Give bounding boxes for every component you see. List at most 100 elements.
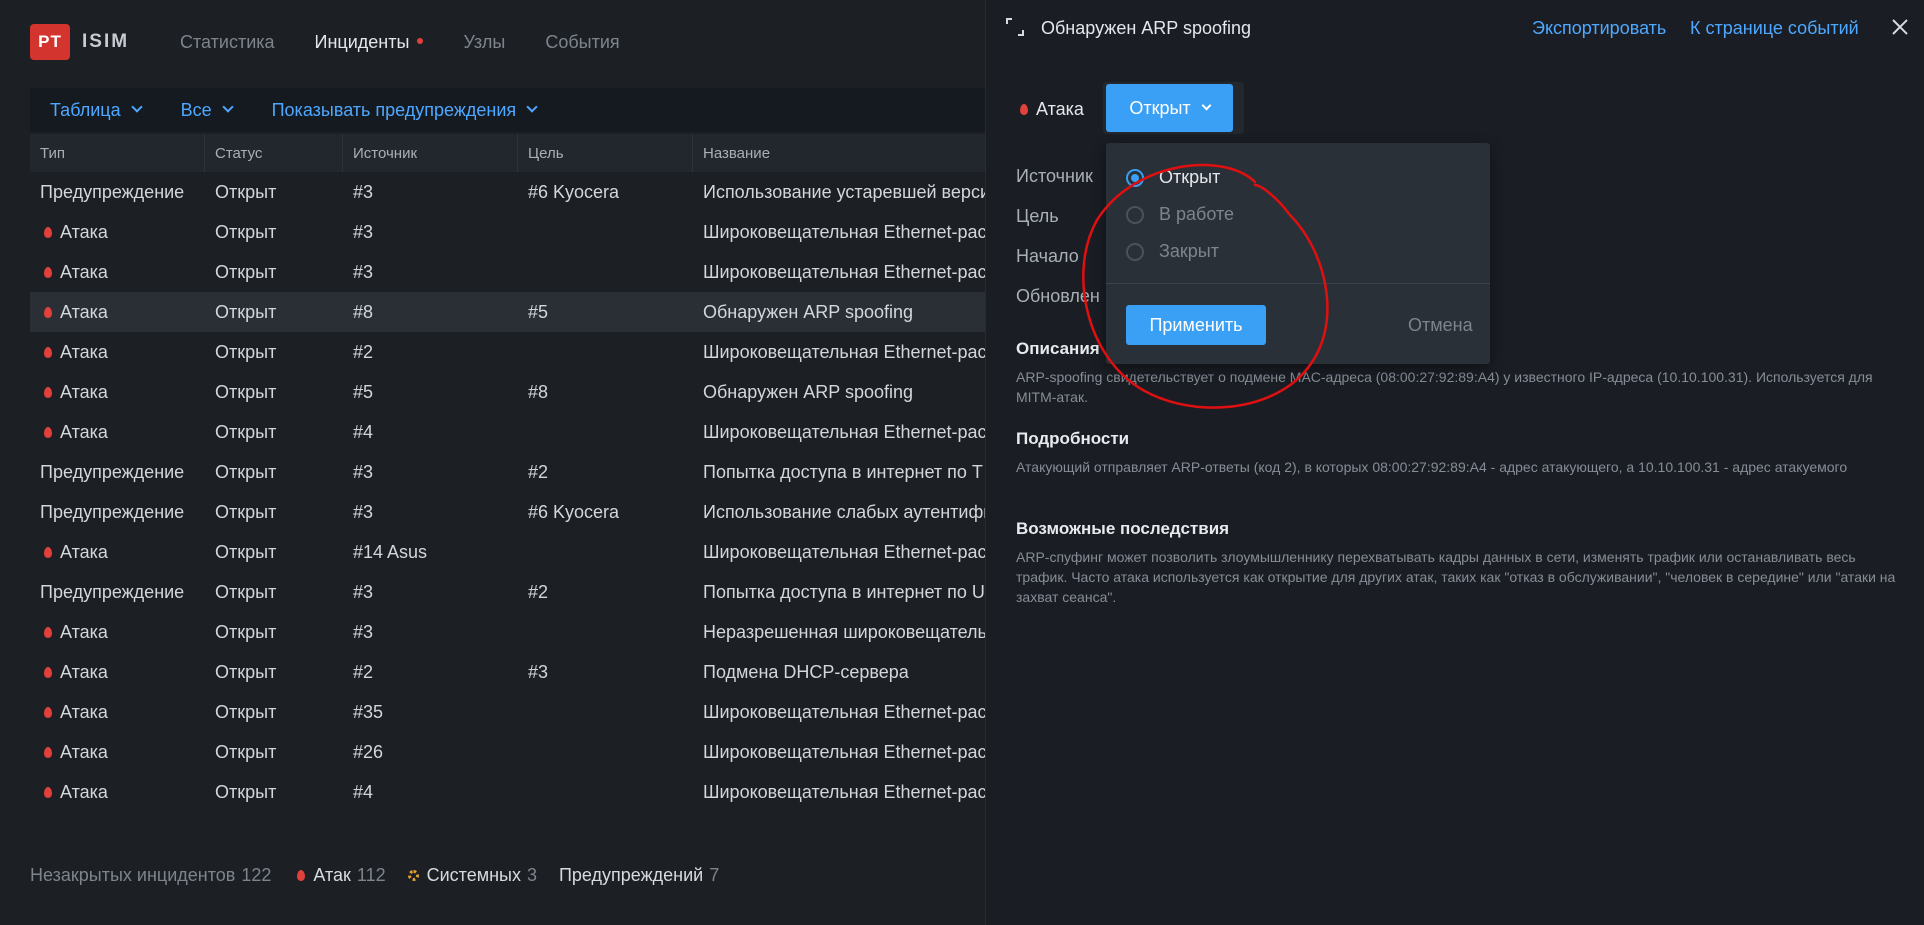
cell-type-text: Атака — [60, 541, 108, 562]
cell-type-text: Атака — [60, 221, 108, 242]
cell-source-text: #5 — [353, 381, 374, 402]
flame-icon — [44, 626, 52, 638]
cell-source: #5 — [343, 382, 518, 403]
cell-target-text: #2 — [528, 461, 549, 482]
column-header-target[interactable]: Цель — [518, 134, 693, 172]
cell-name: Широковещательная Ethernet-рас — [693, 702, 985, 723]
flame-icon — [44, 386, 52, 398]
panel-title: Обнаружен ARP spoofing — [1041, 18, 1252, 38]
scope-filter-dropdown[interactable]: Все — [181, 100, 234, 121]
cell-status: Открыт — [205, 182, 343, 203]
cell-type-text: Атака — [60, 301, 108, 322]
top-bar: PT ISIM Статистика Инциденты Узлы Событи… — [0, 0, 985, 84]
table-body: Предупреждение Открыт #3 #6 Kyocera Использо… — [30, 172, 985, 812]
main-nav: Статистика Инциденты Узлы События — [180, 32, 660, 53]
cell-source: #4 — [343, 422, 518, 443]
warnings-label[interactable]: Предупреждений — [559, 865, 703, 886]
table-row[interactable]: Атака Открыт #3 Широковещательная Ethernet-… — [30, 252, 985, 292]
table-row[interactable]: Атака Открыт #8 #5 Обнаружен ARP spoofing — [30, 292, 985, 332]
logo-text: ISIM — [82, 31, 130, 52]
cell-status: Открыт — [205, 502, 343, 523]
cell-source: #2 — [343, 342, 518, 363]
flame-icon — [297, 870, 306, 881]
table-row[interactable]: Предупреждение Открыт #3 #2 Попытка доступа … — [30, 572, 985, 612]
cell-name: Широковещательная Ethernet-рас — [693, 782, 985, 803]
column-header-status[interactable]: Статус — [205, 134, 343, 172]
expand-icon[interactable] — [1006, 18, 1024, 36]
cell-type-text: Атака — [60, 341, 108, 362]
cell-source-text: #3 — [353, 181, 374, 202]
cell-status-text: Открыт — [215, 661, 277, 682]
status-option-open[interactable]: Открыт — [1126, 167, 1220, 188]
cell-target-text: #5 — [528, 301, 549, 322]
cell-status-text: Открыт — [215, 701, 277, 722]
cell-status: Открыт — [205, 702, 343, 723]
status-option-closed[interactable]: Закрыт — [1126, 241, 1219, 262]
cell-source-text: #3 — [353, 501, 374, 522]
consequences-text: ARP-спуфинг может позволить злоумышленни… — [1016, 549, 1896, 605]
column-header-type[interactable]: Тип — [30, 134, 205, 172]
table-row[interactable]: Предупреждение Открыт #3 #6 Kyocera Использо… — [30, 172, 985, 212]
cell-target: #2 — [518, 582, 693, 603]
table-row[interactable]: Атака Открыт #35 Широковещательная Ethernet… — [30, 692, 985, 732]
cell-source-text: #2 — [353, 661, 374, 682]
table-row[interactable]: Атака Открыт #5 #8 Обнаружен ARP spoofing — [30, 372, 985, 412]
table-row[interactable]: Атака Открыт #2 Широковещательная Ethernet-… — [30, 332, 985, 372]
table-row[interactable]: Атака Открыт #4 Широковещательная Ethernet-… — [30, 772, 985, 812]
view-filter-dropdown[interactable]: Таблица — [50, 100, 143, 121]
cell-source-text: #3 — [353, 461, 374, 482]
details-title: Подробности — [1016, 429, 1130, 448]
logo[interactable]: PT ISIM — [30, 24, 129, 60]
nav-item-nodes[interactable]: Узлы — [463, 32, 505, 53]
table-row[interactable]: Атака Открыт #4 Широковещательная Ethernet-… — [30, 412, 985, 452]
cell-type-text: Атака — [60, 421, 108, 442]
apply-button[interactable]: Применить — [1126, 305, 1266, 345]
table-row[interactable]: Атака Открыт #14 Asus Широковещательная Eth… — [30, 532, 985, 572]
events-page-link[interactable]: К странице событий — [1690, 18, 1859, 39]
status-dropdown-button[interactable]: Открыт — [1106, 84, 1233, 132]
export-link[interactable]: Экспортировать — [1532, 18, 1666, 39]
cell-type-text: Атака — [60, 381, 108, 402]
cancel-button[interactable]: Отмена — [1408, 315, 1473, 336]
incident-detail-panel: Обнаружен ARP spoofing Экспортировать К … — [985, 0, 1924, 925]
warnings-filter-dropdown[interactable]: Показывать предупреждения — [272, 100, 538, 121]
cell-name: Широковещательная Ethernet-рас — [693, 542, 985, 563]
cell-type: Атака — [30, 382, 205, 403]
attacks-label[interactable]: Атак — [313, 865, 351, 886]
cell-type-text: Атака — [60, 781, 108, 802]
nav-item-statistics[interactable]: Статистика — [180, 32, 275, 53]
status-option-in-progress[interactable]: В работе — [1126, 204, 1234, 225]
status-value: Открыт — [1129, 97, 1191, 118]
cell-source: #3 — [343, 222, 518, 243]
cell-type: Атака — [30, 782, 205, 803]
cell-target-text: #8 — [528, 381, 549, 402]
cell-target: #5 — [518, 302, 693, 323]
cell-name-text: Широковещательная Ethernet-рас — [703, 341, 985, 362]
nav-item-incidents[interactable]: Инциденты — [315, 32, 424, 53]
table-row[interactable]: Атака Открыт #3 Неразрешенная широковещател… — [30, 612, 985, 652]
filter-bar: Таблица Все Показывать предупреждения — [30, 88, 985, 132]
flame-icon — [44, 666, 52, 678]
table-row[interactable]: Атака Открыт #2 #3 Подмена DHCP-сервера — [30, 652, 985, 692]
system-label[interactable]: Системных — [427, 865, 521, 886]
cell-type-text: Предупреждение — [40, 461, 185, 482]
table-row[interactable]: Атака Открыт #3 Широковещательная Ethernet-… — [30, 212, 985, 252]
panel-header: Обнаружен ARP spoofing Экспортировать К … — [986, 0, 1924, 56]
column-header-source[interactable]: Источник — [343, 134, 518, 172]
cell-name-text: Обнаружен ARP spoofing — [703, 301, 914, 322]
table-row[interactable]: Предупреждение Открыт #3 #2 Попытка доступа … — [30, 452, 985, 492]
nav-item-events[interactable]: События — [545, 32, 619, 53]
cell-status-text: Открыт — [215, 541, 277, 562]
cell-status: Открыт — [205, 622, 343, 643]
table-row[interactable]: Предупреждение Открыт #3 #6 Kyocera Использо… — [30, 492, 985, 532]
table-row[interactable]: Атака Открыт #26 Широковещательная Ethernet… — [30, 732, 985, 772]
close-icon[interactable] — [1891, 18, 1909, 36]
cell-type-text: Предупреждение — [40, 501, 185, 522]
cell-source-text: #35 — [353, 701, 384, 722]
chevron-down-icon — [526, 101, 538, 113]
cell-name: Широковещательная Ethernet-рас — [693, 262, 985, 283]
cell-status-text: Открыт — [215, 581, 277, 602]
cell-name: Обнаружен ARP spoofing — [693, 302, 985, 323]
column-header-name[interactable]: Название — [693, 134, 985, 172]
cell-name-text: Использование слабых аутентифи — [703, 501, 985, 522]
